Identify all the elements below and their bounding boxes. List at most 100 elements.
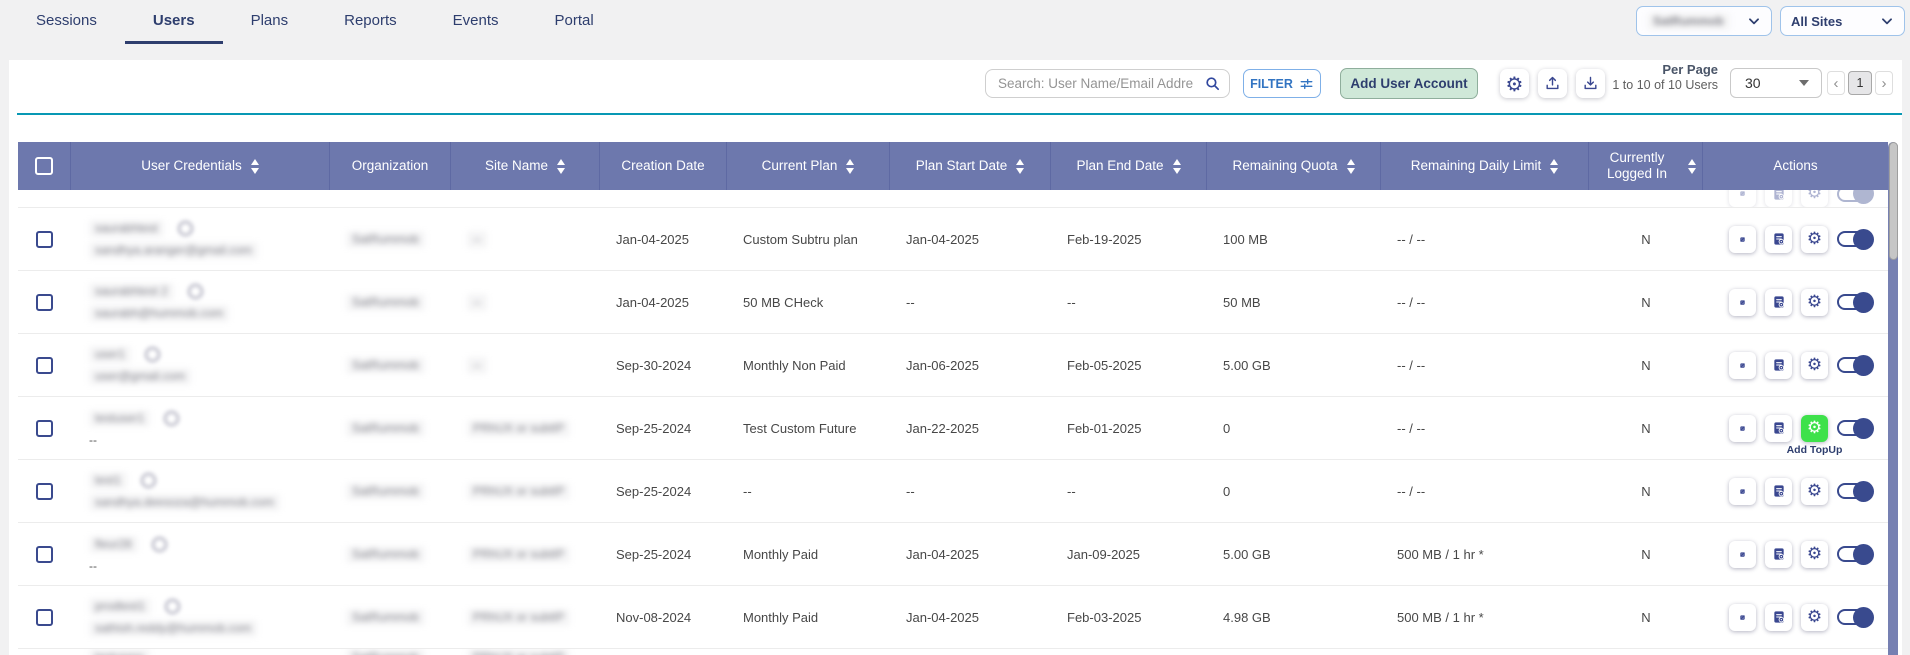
search-input[interactable] xyxy=(998,76,1204,91)
user-settings-button[interactable]: ⚙ xyxy=(1801,541,1828,568)
expand-user-details-button[interactable] xyxy=(1729,352,1756,379)
user-enabled-toggle[interactable] xyxy=(1837,544,1874,565)
tab-sessions[interactable]: Sessions xyxy=(8,0,125,44)
sort-desc-icon[interactable] xyxy=(1347,168,1355,174)
table-settings-button[interactable]: ⚙ xyxy=(1500,69,1529,98)
page-size-select[interactable]: 30 xyxy=(1730,68,1822,98)
sort-desc-icon[interactable] xyxy=(846,168,854,174)
account-plan-info-button[interactable] xyxy=(1765,541,1792,568)
column-header-current-plan[interactable]: Current Plan xyxy=(727,142,890,190)
user-enabled-toggle[interactable] xyxy=(1837,481,1874,502)
sites-dropdown[interactable]: All Sites xyxy=(1780,6,1905,36)
sort-arrows-icon[interactable] xyxy=(1173,159,1181,174)
user-settings-button[interactable]: ⚙ xyxy=(1801,289,1828,316)
sort-asc-icon[interactable] xyxy=(557,159,565,165)
sort-asc-icon[interactable] xyxy=(1550,159,1558,165)
tab-plans[interactable]: Plans xyxy=(223,0,317,44)
user-info-icon[interactable] xyxy=(188,284,203,299)
account-plan-info-button[interactable] xyxy=(1765,289,1792,316)
sort-arrows-icon[interactable] xyxy=(846,159,854,174)
row-checkbox[interactable] xyxy=(36,231,53,248)
sort-arrows-icon[interactable] xyxy=(251,159,259,174)
user-info-icon[interactable] xyxy=(145,347,160,362)
expand-user-details-button[interactable] xyxy=(1729,478,1756,505)
user-settings-button[interactable]: ⚙ xyxy=(1801,604,1828,631)
user-enabled-toggle[interactable] xyxy=(1837,355,1874,376)
sort-desc-icon[interactable] xyxy=(1173,168,1181,174)
user-settings-button[interactable]: ⚙ xyxy=(1801,190,1828,207)
account-plan-info-button[interactable] xyxy=(1765,478,1792,505)
next-page-button[interactable]: › xyxy=(1875,71,1893,95)
expand-user-details-button[interactable] xyxy=(1729,289,1756,316)
row-checkbox[interactable] xyxy=(36,609,53,626)
user-info-icon[interactable] xyxy=(165,599,180,614)
user-info-icon[interactable] xyxy=(164,411,179,426)
column-header-remaining-daily-limit[interactable]: Remaining Daily Limit xyxy=(1381,142,1589,190)
row-checkbox[interactable] xyxy=(36,483,53,500)
sort-desc-icon[interactable] xyxy=(1688,168,1696,174)
user-enabled-toggle[interactable] xyxy=(1837,418,1874,439)
user-info-icon[interactable] xyxy=(152,537,167,552)
sort-desc-icon[interactable] xyxy=(557,168,565,174)
vertical-scrollbar[interactable] xyxy=(1888,142,1898,655)
tab-users[interactable]: Users xyxy=(125,0,223,44)
user-enabled-toggle[interactable] xyxy=(1837,229,1874,250)
sort-arrows-icon[interactable] xyxy=(1550,159,1558,174)
sort-asc-icon[interactable] xyxy=(1173,159,1181,165)
user-settings-button[interactable]: ⚙ xyxy=(1801,226,1828,253)
expand-user-details-button[interactable] xyxy=(1729,604,1756,631)
scrollbar-thumb[interactable] xyxy=(1889,142,1898,260)
account-plan-info-button[interactable] xyxy=(1765,226,1792,253)
search-icon[interactable] xyxy=(1204,75,1221,92)
expand-user-details-button[interactable] xyxy=(1729,226,1756,253)
expand-user-details-button[interactable] xyxy=(1729,541,1756,568)
tab-portal[interactable]: Portal xyxy=(527,0,622,44)
sort-arrows-icon[interactable] xyxy=(1688,159,1696,174)
row-checkbox[interactable] xyxy=(36,420,53,437)
sort-asc-icon[interactable] xyxy=(1347,159,1355,165)
user-settings-button[interactable]: ⚙ xyxy=(1801,478,1828,505)
select-all-checkbox[interactable] xyxy=(35,157,53,175)
account-plan-info-button[interactable] xyxy=(1765,604,1792,631)
sort-desc-icon[interactable] xyxy=(251,168,259,174)
expand-user-details-button[interactable] xyxy=(1729,415,1756,442)
user-enabled-toggle[interactable] xyxy=(1837,292,1874,313)
sort-desc-icon[interactable] xyxy=(1550,168,1558,174)
prev-page-button[interactable]: ‹ xyxy=(1827,71,1845,95)
column-header-remaining-quota[interactable]: Remaining Quota xyxy=(1207,142,1381,190)
row-checkbox[interactable] xyxy=(36,357,53,374)
expand-user-details-button[interactable] xyxy=(1729,190,1756,207)
upload-users-button[interactable] xyxy=(1538,69,1567,98)
row-checkbox[interactable] xyxy=(36,546,53,563)
organization-dropdown[interactable]: SatRummob xyxy=(1636,6,1772,36)
account-plan-info-button[interactable] xyxy=(1765,415,1792,442)
sort-arrows-icon[interactable] xyxy=(1347,159,1355,174)
column-header-site-name[interactable]: Site Name xyxy=(451,142,600,190)
sort-asc-icon[interactable] xyxy=(1016,159,1024,165)
filter-button[interactable]: FILTER xyxy=(1243,69,1321,98)
add-topup-button[interactable]: ⚙Add TopUp xyxy=(1801,415,1828,442)
sort-desc-icon[interactable] xyxy=(1016,168,1024,174)
tab-reports[interactable]: Reports xyxy=(316,0,425,44)
sort-arrows-icon[interactable] xyxy=(1016,159,1024,174)
tab-events[interactable]: Events xyxy=(425,0,527,44)
column-header-currently-logged-in[interactable]: Currently Logged In xyxy=(1589,142,1703,190)
column-header-user-credentials[interactable]: User Credentials xyxy=(71,142,330,190)
sort-asc-icon[interactable] xyxy=(1688,159,1696,165)
column-header-plan-start-date[interactable]: Plan Start Date xyxy=(890,142,1051,190)
user-enabled-toggle[interactable] xyxy=(1837,607,1874,628)
row-actions: ⚙ xyxy=(1719,226,1874,253)
current-page-button[interactable]: 1 xyxy=(1848,71,1872,95)
sort-asc-icon[interactable] xyxy=(251,159,259,165)
user-info-icon[interactable] xyxy=(141,473,156,488)
account-plan-info-button[interactable] xyxy=(1765,190,1792,207)
add-user-account-button[interactable]: Add User Account xyxy=(1340,68,1478,99)
user-info-icon[interactable] xyxy=(178,221,193,236)
account-plan-info-button[interactable] xyxy=(1765,352,1792,379)
user-settings-button[interactable]: ⚙ xyxy=(1801,352,1828,379)
user-enabled-toggle[interactable] xyxy=(1837,190,1874,204)
sort-asc-icon[interactable] xyxy=(846,159,854,165)
row-checkbox[interactable] xyxy=(36,294,53,311)
sort-arrows-icon[interactable] xyxy=(557,159,565,174)
column-header-plan-end-date[interactable]: Plan End Date xyxy=(1051,142,1207,190)
